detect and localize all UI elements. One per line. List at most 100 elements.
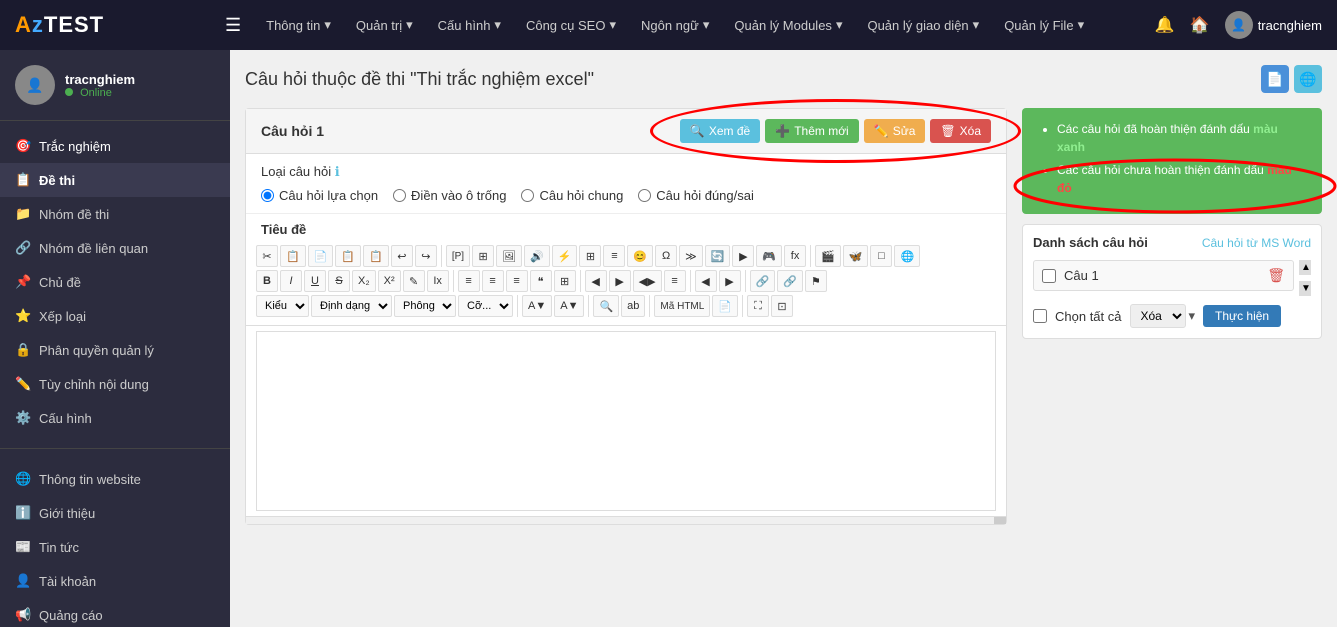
tb-align-center[interactable]: ▶ [609,270,631,292]
nav-ngon-ngu[interactable]: Ngôn ngữ ▾ [631,12,719,38]
tb-paste3[interactable]: 📋 [363,245,389,267]
tb-p[interactable]: [P] [446,245,470,267]
tb-paste1[interactable]: 📄 [308,245,334,267]
sidebar-item-tuy-chinh[interactable]: ✏️ Tùy chỉnh nội dung [0,367,230,401]
tb-emoji[interactable]: 😊 [627,245,653,267]
ms-word-link[interactable]: Câu hỏi từ MS Word [1202,236,1311,250]
tb-clear-format[interactable]: Ix [427,270,449,292]
tb-align-right[interactable]: ◀▶ [633,270,662,292]
nav-cau-hinh[interactable]: Cấu hình ▾ [428,12,511,38]
tb-omega[interactable]: Ω [655,245,677,267]
tb-fx[interactable]: fx [784,245,806,267]
tb-redo[interactable]: ↪ [415,245,437,267]
tb-format-select[interactable]: Định dạng [311,295,392,317]
sidebar-item-xep-loai[interactable]: ⭐ Xếp loại [0,299,230,333]
execute-button[interactable]: Thực hiện [1203,305,1281,327]
tb-paste2[interactable]: 📋 [335,245,361,267]
tb-minimize[interactable]: □ [870,245,892,267]
tb-align-left[interactable]: ◀ [585,270,607,292]
tb-indent[interactable]: ≫ [679,245,703,267]
editor-content-area[interactable] [256,331,996,511]
tb-superscript[interactable]: X² [378,270,401,292]
tb-search[interactable]: 🔍 [593,295,619,317]
tb-outdent[interactable]: ≡ [506,270,528,292]
tb-image[interactable]: 🖼 [496,245,522,267]
sidebar-item-thong-tin-website[interactable]: 🌐 Thông tin website [0,462,230,496]
bell-icon[interactable]: 🔔 [1155,15,1175,35]
user-menu[interactable]: 👤 tracnghiem [1225,11,1322,39]
tb-video[interactable]: ▶ [732,245,754,267]
tb-strike[interactable]: S [328,270,350,292]
nav-quan-ly-modules[interactable]: Quản lý Modules ▾ [724,12,852,38]
tb-subscript[interactable]: X₂ [352,270,376,292]
delete-question-1-button[interactable]: 🗑 [1267,267,1285,284]
sua-button[interactable]: ✏️ Sửa [864,119,926,143]
nav-quan-tri[interactable]: Quản trị ▾ [346,12,423,38]
scroll-up-button[interactable]: ▲ [1299,260,1311,275]
tb-italic[interactable]: I [280,270,302,292]
tb-flash[interactable]: ⚡ [552,245,578,267]
xem-de-button[interactable]: 🔍 Xem đề [680,119,760,143]
them-moi-button[interactable]: ➕ Thêm mới [765,119,859,143]
scrollbar-thumb[interactable] [994,517,1006,524]
tb-audio[interactable]: 🔊 [524,245,550,267]
page-icon-book[interactable]: 📄 [1261,65,1289,93]
tb-align-justify[interactable]: ≡ [664,270,686,292]
tb-source[interactable]: 📄 [712,295,738,317]
sidebar-item-de-thi[interactable]: 📋 Đề thi [0,163,230,197]
sidebar-item-tai-khoan[interactable]: 👤 Tài khoản [0,564,230,598]
radio-dung-sai[interactable]: Câu hỏi đúng/sai [638,188,754,203]
tb-link[interactable]: 🔗 [750,270,776,292]
tb-font-select[interactable]: Phông [394,295,456,317]
select-all-checkbox[interactable] [1033,309,1047,323]
home-icon[interactable]: 🏠 [1190,15,1210,35]
tb-blockquote[interactable]: ❝ [530,270,552,292]
sidebar-item-cau-hinh[interactable]: ⚙️ Cấu hình [0,401,230,435]
tb-globe[interactable]: 🌐 [894,245,920,267]
radio-chung[interactable]: Câu hỏi chung [521,188,623,203]
tb-align[interactable]: ≡ [603,245,625,267]
tb-bg-color[interactable]: A▼ [554,295,584,317]
tb-cut[interactable]: ✂ [256,245,278,267]
sidebar-item-phan-quyen[interactable]: 🔒 Phân quyền quản lý [0,333,230,367]
sidebar-item-nhom-de-lien-quan[interactable]: 🔗 Nhóm đề liên quan [0,231,230,265]
tb-size-select[interactable]: Cỡ... [458,295,513,317]
sidebar-item-tin-tuc[interactable]: 📰 Tin tức [0,530,230,564]
page-icon-globe[interactable]: 🌐 [1294,65,1322,93]
hamburger-button[interactable]: ☰ [225,15,241,36]
tb-game[interactable]: 🎮 [756,245,782,267]
nav-quan-ly-giao-dien[interactable]: Quản lý giao diện ▾ [857,12,989,38]
tb-div[interactable]: ⊞ [554,270,576,292]
tb-copy[interactable]: 📋 [280,245,306,267]
tb-unlink[interactable]: 🔗 [777,270,803,292]
tb-ol[interactable]: ≡ [458,270,480,292]
sidebar-item-gioi-thieu[interactable]: ℹ️ Giới thiệu [0,496,230,530]
tb-mã-html[interactable]: Mã HTML [654,295,710,317]
nav-thong-tin[interactable]: Thông tin ▾ [256,12,341,38]
tb-font-color[interactable]: A▼ [522,295,552,317]
xoa-button[interactable]: 🗑 Xóa [930,119,991,143]
nav-cong-cu-seo[interactable]: Công cụ SEO ▾ [516,12,626,38]
tb-style-select[interactable]: Kiểu [256,295,309,317]
sidebar-item-nhom-de-thi[interactable]: 📁 Nhóm đề thi [0,197,230,231]
sidebar-item-trac-nghiem[interactable]: 🎯 Trắc nghiệm [0,129,230,163]
tb-pen[interactable]: ✎ [403,270,425,292]
tb-ltr[interactable]: ◀ [695,270,717,292]
tb-fullscreen[interactable]: ⛶ [747,295,769,317]
tb-bold[interactable]: B [256,270,278,292]
tb-preview[interactable]: ⊡ [771,295,793,317]
action-select[interactable]: Xóa [1130,304,1186,328]
sidebar-item-quang-cao[interactable]: 📢 Quảng cáo [0,598,230,627]
tb-spellcheck[interactable]: ab [621,295,645,317]
sidebar-item-chu-de[interactable]: 📌 Chủ đề [0,265,230,299]
tb-grid[interactable]: ⊞ [472,245,494,267]
radio-dien-vao[interactable]: Điền vào ô trống [393,188,506,203]
tb-rtl[interactable]: ▶ [719,270,741,292]
tb-undo[interactable]: ↩ [391,245,413,267]
tb-cycle[interactable]: 🔄 [705,245,731,267]
tb-flag[interactable]: ⚑ [805,270,827,292]
radio-lua-chon[interactable]: Câu hỏi lựa chọn [261,188,378,203]
scroll-down-button[interactable]: ▼ [1299,281,1311,296]
question-checkbox-1[interactable] [1042,269,1056,283]
tb-ul[interactable]: ≡ [482,270,504,292]
